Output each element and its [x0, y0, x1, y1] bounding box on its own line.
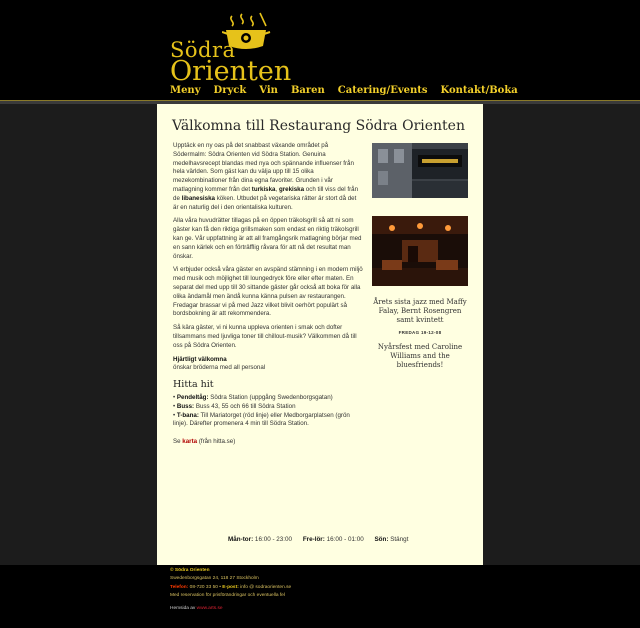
greeting-signature: önskar bröderna med all personal — [173, 364, 266, 372]
direction-metro: • T-bana: Till Mariatorget (röd linje) e… — [173, 411, 350, 428]
nav-item-vin[interactable]: Vin — [259, 85, 278, 99]
footer-contact: Telefon: 08-720 33 50 • E-post: info @ s… — [170, 584, 292, 590]
nav-item-baren[interactable]: Baren — [291, 85, 325, 99]
nav-item-meny[interactable]: Meny — [170, 85, 201, 99]
logo-word-2: Orienten — [170, 56, 292, 87]
site-logo[interactable]: Södra Orienten — [170, 12, 291, 86]
intro-paragraph: Upptäck en ny oas på det snabbast växand… — [173, 142, 359, 211]
footer-address: Swedenborgsgatan 24, 118 27 Stockholm — [170, 576, 259, 582]
nav-item-kontakt-boka[interactable]: Kontakt/Boka — [441, 85, 518, 99]
footer-email[interactable]: info @ sodraorienten.se — [239, 585, 291, 590]
events-sidebar: Årets sista jazz med Maffy Falay, Bernt … — [370, 298, 470, 370]
footer-credit: Hemsida av www.arts.se — [170, 605, 223, 611]
event-jazz: Årets sista jazz med Maffy Falay, Bernt … — [373, 298, 467, 324]
footer-disclaimer: Med reservation för prisförändringar och… — [170, 593, 285, 599]
map-line: Se karta (från hitta.se) — [173, 438, 236, 446]
hours-mon-thu: Mån-tor: 16:00 - 23:00 — [228, 536, 293, 543]
page-title: Välkomna till Restaurang Södra Orienten — [172, 118, 465, 134]
credit-link[interactable]: www.arts.se — [197, 606, 223, 611]
event-jazz-date: FREDAG 19-12-08 — [398, 330, 442, 335]
greeting: Hjärtligt välkomna önskar bröderna med a… — [173, 356, 363, 374]
nav-item-dryck[interactable]: Dryck — [214, 85, 247, 99]
restaurant-interior-photo — [372, 216, 468, 286]
welcome-paragraph: Så kära gäster, vi ni kunna uppleva orie… — [173, 324, 357, 349]
opening-hours: Mån-tor: 16:00 - 23:00 Fre-lör: 16:00 - … — [228, 536, 468, 543]
restaurant-exterior-photo — [372, 143, 468, 198]
directions-heading: Hitta hit — [173, 379, 214, 391]
main-text: Upptäck en ny oas på det snabbast växand… — [173, 142, 363, 447]
site-footer: © Södra Orienten Swedenborgsgatan 24, 11… — [170, 567, 470, 613]
grill-paragraph: Alla våra huvudrätter tillagas på en öpp… — [173, 217, 362, 260]
nav-item-catering-events[interactable]: Catering/Events — [338, 85, 428, 99]
hours-fri-sat: Fre-lör: 16:00 - 01:00 — [302, 536, 364, 543]
hours-sun: Sön: Stängt — [374, 536, 409, 543]
event-newyear: Nyårsfest med Caroline Williams and the … — [377, 343, 463, 369]
lounge-paragraph: Vi erbjuder också våra gäster en avspänd… — [173, 266, 363, 318]
main-nav: Meny Dryck Vin Baren Catering/Events Kon… — [170, 85, 531, 99]
map-link[interactable]: karta — [182, 438, 197, 445]
direction-train: • Pendeltåg: Södra Station (uppgång Swed… — [173, 393, 333, 401]
footer-name: © Södra Orienten — [170, 568, 210, 573]
greeting-title: Hjärtligt välkomna — [173, 355, 227, 363]
direction-bus: • Buss: Buss 43, 55 och 66 till Södra St… — [173, 402, 296, 410]
directions-list: • Pendeltåg: Södra Station (uppgång Swed… — [173, 394, 363, 429]
